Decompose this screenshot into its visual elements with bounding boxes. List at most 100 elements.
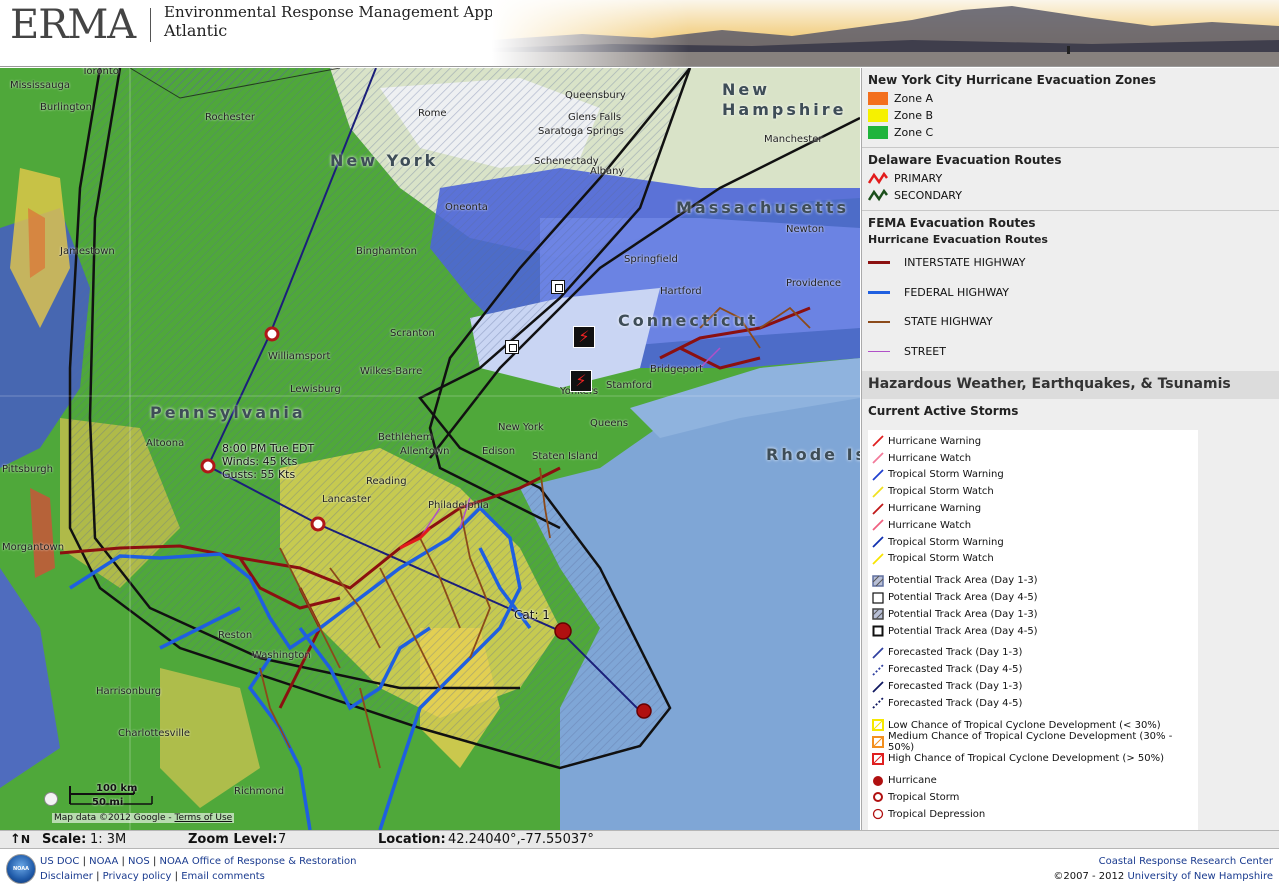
- yellow-box-icon: [872, 719, 884, 732]
- storm-legend-label: Forecasted Track (Day 4-5): [888, 664, 1023, 676]
- storm-legend-label: Hurricane Watch: [888, 519, 972, 531]
- city-label: Charlottesville: [118, 728, 191, 739]
- storm-legend-item: Tropical Storm Warning: [868, 467, 1198, 484]
- storm-legend-item: Forecasted Track (Day 4-5): [868, 695, 1198, 712]
- storm-legend-label: Hurricane Watch: [888, 452, 972, 464]
- legend-item-label: FEDERAL HIGHWAY: [904, 285, 1010, 299]
- storm-legend-item: Tropical Storm: [868, 789, 1198, 806]
- footer-link-privacy[interactable]: Privacy policy: [103, 871, 172, 882]
- storm-legend-item: Hurricane Warning: [868, 500, 1198, 517]
- map-scale-bar: 100 km 50 mi: [66, 780, 156, 810]
- weather-alert-marker-icon[interactable]: ⚡: [573, 326, 595, 348]
- storm-legend-label: Potential Track Area (Day 4-5): [888, 592, 1038, 604]
- city-label: Wilkes-Barre: [360, 366, 423, 377]
- legend-item-label: STATE HIGHWAY: [904, 315, 993, 329]
- footer-org-link[interactable]: Coastal Response Research Center: [1099, 856, 1273, 867]
- legend-subtitle: Hurricane Evacuation Routes: [868, 233, 1048, 246]
- legend-panel[interactable]: New York City Hurricane Evacuation Zones…: [861, 68, 1279, 830]
- federal-line-icon: [868, 290, 890, 294]
- legend-item-label: Zone B: [894, 109, 934, 122]
- interstate-line-icon: [868, 261, 890, 265]
- dashed-line-icon: [872, 697, 884, 709]
- storm-winds: Winds: 45 Kts: [222, 455, 298, 468]
- hatched-box-icon: [872, 575, 884, 587]
- map-label-rhode-island: Rhode Is: [766, 445, 860, 464]
- city-label: Manchester: [764, 134, 823, 145]
- station-marker-icon[interactable]: [551, 280, 565, 294]
- storm-legend-item: Tropical Depression: [868, 806, 1198, 823]
- legend-item: INTERSTATE HIGHWAY: [868, 248, 1273, 278]
- footer-university-link[interactable]: University of New Hampshire: [1127, 871, 1273, 882]
- line-icon: [872, 452, 884, 464]
- footer-link-us-doc[interactable]: US DOC: [40, 856, 79, 867]
- city-label: Lewisburg: [290, 384, 341, 395]
- legend-item: Zone A: [868, 90, 1273, 107]
- city-label: Lancaster: [322, 494, 372, 505]
- city-label: Reston: [218, 630, 253, 641]
- storms-legend-list: Hurricane Warning Hurricane Watch Tropical…: [868, 430, 1198, 830]
- city-label: Pittsburgh: [2, 464, 53, 475]
- station-marker-icon[interactable]: [505, 340, 519, 354]
- hazard-section-header[interactable]: Hazardous Weather, Earthquakes, & Tsunam…: [862, 371, 1279, 399]
- storm-legend-item: Hurricane Watch: [868, 450, 1198, 467]
- terms-of-use-link[interactable]: Terms of Use: [174, 813, 232, 823]
- city-label: Mississauga: [10, 80, 70, 91]
- storm-legend-item: High Chance of Tropical Cyclone Developm…: [868, 750, 1198, 767]
- storm-legend-label: Forecasted Track (Day 4-5): [888, 697, 1023, 709]
- footer-link-email[interactable]: Email comments: [181, 871, 265, 882]
- map-label-new-york: New York: [330, 151, 439, 170]
- zoom-value: 7: [278, 832, 287, 847]
- legend-item-label: Zone A: [894, 92, 934, 105]
- storm-legend-item: Hurricane: [868, 772, 1198, 789]
- city-label: Allentown: [400, 446, 450, 457]
- legend-title: FEMA Evacuation Routes: [868, 216, 1036, 230]
- storm-legend-item: Potential Track Area (Day 4-5): [868, 623, 1198, 640]
- box-icon: [872, 591, 884, 604]
- footer-link-noaa[interactable]: NOAA: [89, 856, 118, 867]
- line-icon: [872, 647, 884, 659]
- city-label: Richmond: [234, 786, 285, 797]
- north-arrow-icon: ↑N: [10, 832, 31, 847]
- legend-item-label: SECONDARY: [894, 189, 962, 202]
- storm-legend-item: Medium Chance of Tropical Cyclone Develo…: [868, 731, 1198, 753]
- city-label: Providence: [786, 278, 842, 289]
- copyright-text: ©2007 - 2012: [1053, 871, 1125, 882]
- weather-alert-marker-icon[interactable]: ⚡: [570, 370, 592, 392]
- city-label: Morgantown: [2, 542, 65, 553]
- city-label: Albany: [590, 166, 625, 177]
- city-label: Philadelphia: [428, 500, 489, 511]
- map-viewport[interactable]: New York Pennsylvania New Hampshire Mass…: [0, 68, 860, 830]
- storm-legend-item: Hurricane Warning: [868, 433, 1198, 450]
- storm-gusts: Gusts: 55 Kts: [222, 468, 296, 481]
- map-label-pennsylvania: Pennsylvania: [150, 403, 306, 422]
- city-label: Springfield: [624, 254, 678, 265]
- footer-link-disclaimer[interactable]: Disclaimer: [40, 871, 93, 882]
- footer-copyright: ©2007 - 2012 University of New Hampshire: [1053, 871, 1273, 882]
- storm-legend-item: Tropical Storm Watch: [868, 551, 1198, 568]
- storm-legend-label: Potential Track Area (Day 1-3): [888, 575, 1038, 587]
- header-banner-image: [492, 0, 1279, 66]
- map-label-massachusetts: Massachusetts: [676, 198, 850, 217]
- footer-link-office-response[interactable]: NOAA Office of Response & Restoration: [160, 856, 357, 867]
- legend-item-label: PRIMARY: [894, 172, 943, 185]
- zone-a-swatch: [868, 92, 888, 105]
- primary-route-icon: [868, 172, 888, 185]
- city-label: Hartford: [660, 286, 702, 297]
- city-label: Saratoga Springs: [538, 126, 624, 137]
- map-attribution: Map data ©2012 Google - Terms of Use: [52, 813, 235, 823]
- city-label: Glens Falls: [568, 112, 622, 123]
- noaa-logo-text: NOAA: [12, 866, 30, 872]
- city-label: Queens: [590, 418, 629, 429]
- red-box-icon: [872, 752, 884, 765]
- orange-box-icon: [872, 735, 884, 748]
- footer-link-nos[interactable]: NOS: [128, 856, 150, 867]
- city-label: Harrisonburg: [96, 686, 162, 697]
- storm-legend-label: Potential Track Area (Day 1-3): [888, 608, 1038, 620]
- city-label: Scranton: [390, 328, 435, 339]
- storm-legend-item: Tropical Storm Warning: [868, 534, 1198, 551]
- city-label: Burlington: [40, 102, 92, 113]
- noaa-logo-icon[interactable]: NOAA: [6, 854, 36, 884]
- legend-title: Delaware Evacuation Routes: [868, 153, 1062, 167]
- zoom-label: Zoom Level:: [188, 832, 278, 847]
- city-label: Staten Island: [532, 451, 598, 462]
